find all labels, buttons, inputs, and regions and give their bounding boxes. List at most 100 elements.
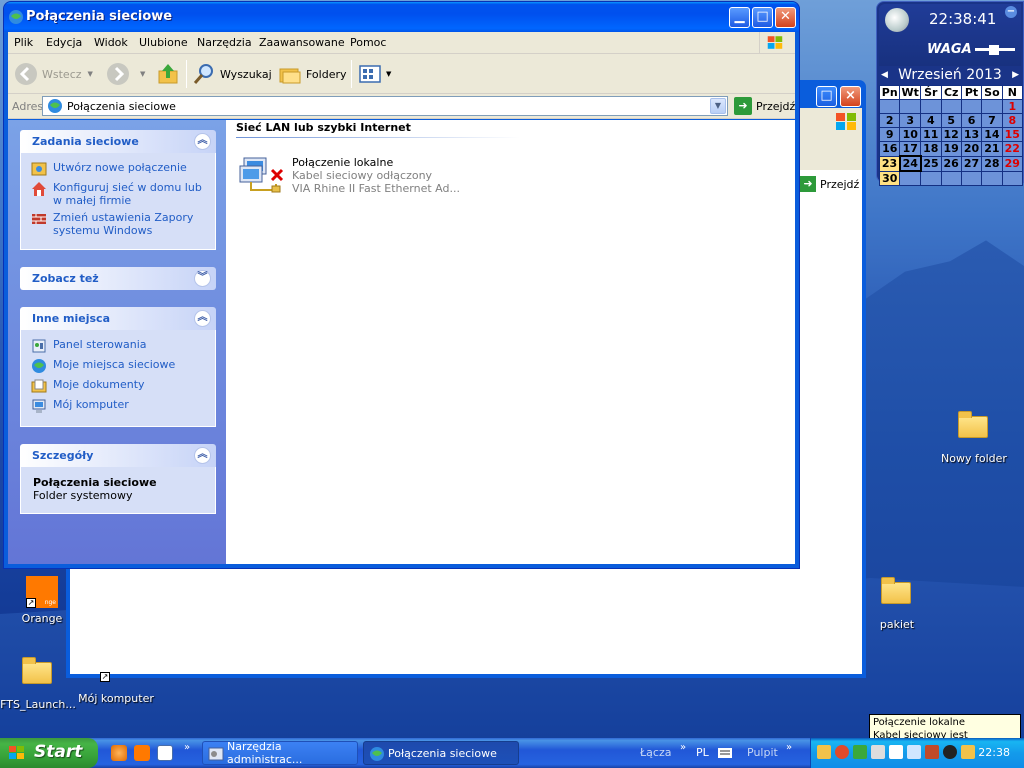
calendar-day[interactable]: 3 xyxy=(899,113,922,128)
calendar-day[interactable]: 7 xyxy=(981,113,1003,128)
desktop-icon-new-folder[interactable]: Nowy folder xyxy=(932,410,1016,465)
next-month-icon[interactable]: ▶ xyxy=(1012,66,1019,84)
prev-month-icon[interactable]: ◀ xyxy=(881,66,888,84)
link-home-network-setup[interactable]: Konfiguruj sieć w domu lub w małej firmi… xyxy=(31,181,209,207)
calendar-day[interactable]: 29 xyxy=(1001,155,1024,172)
menu-file[interactable]: Plik xyxy=(14,36,33,49)
calendar-day[interactable]: 9 xyxy=(878,127,901,142)
panel-header[interactable]: Zadania sieciowe ︽ xyxy=(20,130,216,153)
link-my-documents[interactable]: Moje dokumenty xyxy=(31,378,209,394)
desktop-icon-orange[interactable]: nge ↗ Orange xyxy=(0,576,84,625)
links-toolbar[interactable]: Łącza xyxy=(640,746,672,759)
calendar-day[interactable]: 17 xyxy=(899,141,922,157)
link-my-network-places[interactable]: Moje miejsca sieciowe xyxy=(31,358,209,374)
menu-edit[interactable]: Edycja xyxy=(46,36,82,49)
desktop-icon-pakiet[interactable]: pakiet xyxy=(855,576,939,631)
calendar-day[interactable]: 11 xyxy=(920,127,942,142)
calendar-day[interactable]: 10 xyxy=(899,127,922,142)
calendar-day[interactable]: 18 xyxy=(920,141,942,157)
bg-maximize-button[interactable]: □ xyxy=(816,86,837,107)
maximize-button[interactable]: □ xyxy=(752,7,773,28)
forward-button[interactable]: ▼ xyxy=(106,61,145,87)
calendar-day[interactable]: 20 xyxy=(960,141,983,157)
back-button[interactable]: Wstecz ▼ xyxy=(14,61,93,87)
address-input[interactable]: Połączenia sieciowe ▼ xyxy=(42,96,728,116)
antivirus-icon[interactable] xyxy=(835,745,849,759)
quicklaunch-firefox-icon[interactable] xyxy=(111,745,127,761)
folders-button[interactable]: Foldery xyxy=(278,61,347,87)
quicklaunch-expand-icon[interactable]: » xyxy=(184,742,190,753)
taskbar-clock[interactable]: 22:38 xyxy=(978,746,1010,759)
expand-chevron-icon[interactable]: ︾ xyxy=(194,270,211,287)
calendar-day[interactable]: 8 xyxy=(1001,113,1024,128)
tray-window-icon[interactable] xyxy=(889,745,903,759)
close-button[interactable]: ✕ xyxy=(775,7,796,28)
panel-header[interactable]: Zobacz też ︾ xyxy=(20,267,216,290)
calendar-day[interactable]: 5 xyxy=(940,113,962,128)
desktop-expand-icon[interactable]: » xyxy=(786,742,792,753)
up-folder-button[interactable] xyxy=(156,61,184,87)
clock-calendar-widget[interactable]: 22:38:41 − WAGA ◀ Wrzesień 2013 ▶ Pn Wt Śr… xyxy=(876,1,1024,186)
collapse-chevron-icon[interactable]: ︽ xyxy=(194,310,211,327)
calendar-day[interactable]: 19 xyxy=(940,141,962,157)
connection-item-local[interactable]: Połączenie lokalne Kabel sieciowy odłącz… xyxy=(238,150,460,200)
calendar-day[interactable]: 25 xyxy=(920,155,942,172)
menu-view[interactable]: Widok xyxy=(94,36,128,49)
tray-tool-icon[interactable] xyxy=(925,745,939,759)
title-bar[interactable]: Połączenia sieciowe ▁ □ ✕ xyxy=(4,2,799,32)
menu-help[interactable]: Pomoc xyxy=(350,36,386,49)
taskbar-item-admin-tools[interactable]: Narzędzia administrac... xyxy=(202,740,358,766)
quicklaunch-browser-icon[interactable] xyxy=(157,745,173,761)
menu-advanced[interactable]: Zaawansowane xyxy=(259,36,345,49)
calendar-day[interactable]: 4 xyxy=(920,113,942,128)
views-button[interactable]: ▼ xyxy=(358,61,391,87)
link-firewall-settings[interactable]: Zmień ustawienia Zapory systemu Windows xyxy=(31,211,209,237)
calendar-day[interactable]: 15 xyxy=(1001,127,1024,142)
collapse-chevron-icon[interactable]: ︽ xyxy=(194,133,211,150)
calendar-day[interactable]: 12 xyxy=(940,127,962,142)
desktop-icon-my-computer[interactable]: ↗ Mój komputer xyxy=(74,656,158,705)
tray-power-icon[interactable] xyxy=(961,745,975,759)
calendar-day[interactable]: 16 xyxy=(878,141,901,157)
menu-favorites[interactable]: Ulubione xyxy=(139,36,188,49)
panel-header[interactable]: Inne miejsca ︽ xyxy=(20,307,216,330)
keyboard-icon[interactable] xyxy=(718,748,732,758)
widget-minimize-icon[interactable]: − xyxy=(1005,6,1017,18)
menu-tools[interactable]: Narzędzia xyxy=(197,36,252,49)
search-button[interactable]: Wyszukaj xyxy=(192,61,272,87)
desktop-icon-fts-launcher[interactable]: FTS_Launch... xyxy=(0,656,80,711)
bg-go-button[interactable]: ➜ Przejdź xyxy=(800,176,859,192)
language-indicator[interactable]: PL xyxy=(696,746,709,759)
tray-app-icon[interactable] xyxy=(853,745,867,759)
calendar-day[interactable]: 13 xyxy=(960,127,983,142)
calendar-day[interactable]: 14 xyxy=(981,127,1003,142)
link-create-connection[interactable]: Utwórz nowe połączenie xyxy=(31,161,209,177)
calendar-day[interactable]: 26 xyxy=(940,155,962,172)
calendar-day[interactable]: 6 xyxy=(960,113,983,128)
minimize-button[interactable]: ▁ xyxy=(729,7,750,28)
calendar-day[interactable]: 21 xyxy=(981,141,1003,157)
bg-close-button[interactable]: × xyxy=(840,86,861,107)
calendar-day[interactable]: 23 xyxy=(878,155,901,172)
taskbar-item-network-connections[interactable]: Połączenia sieciowe xyxy=(363,741,519,765)
security-shield-icon[interactable] xyxy=(817,745,831,759)
tray-media-icon[interactable] xyxy=(943,745,957,759)
panel-header[interactable]: Szczegóły ︽ xyxy=(20,444,216,467)
desktop-toolbar[interactable]: Pulpit xyxy=(747,746,778,759)
calendar-day[interactable]: 2 xyxy=(878,113,901,128)
quicklaunch-orange-icon[interactable] xyxy=(134,745,150,761)
go-button[interactable]: ➜ Przejdź xyxy=(734,97,795,115)
calendar-day[interactable]: 1 xyxy=(1001,99,1024,114)
links-expand-icon[interactable]: » xyxy=(680,742,686,753)
calendar-day[interactable]: 24 xyxy=(898,155,922,172)
start-button[interactable]: Start xyxy=(0,738,98,768)
link-my-computer[interactable]: Mój komputer xyxy=(31,398,209,414)
link-control-panel[interactable]: Panel sterowania xyxy=(31,338,209,354)
collapse-chevron-icon[interactable]: ︽ xyxy=(194,447,211,464)
calendar-day[interactable]: 27 xyxy=(960,155,983,172)
calendar-day[interactable]: 28 xyxy=(981,155,1003,172)
calendar-day[interactable]: 30 xyxy=(878,170,901,186)
tray-monitor-icon[interactable] xyxy=(907,745,921,759)
network-connections-window[interactable]: Połączenia sieciowe ▁ □ ✕ Plik Edycja Wi… xyxy=(3,1,800,569)
address-dropdown-button[interactable]: ▼ xyxy=(710,98,726,114)
